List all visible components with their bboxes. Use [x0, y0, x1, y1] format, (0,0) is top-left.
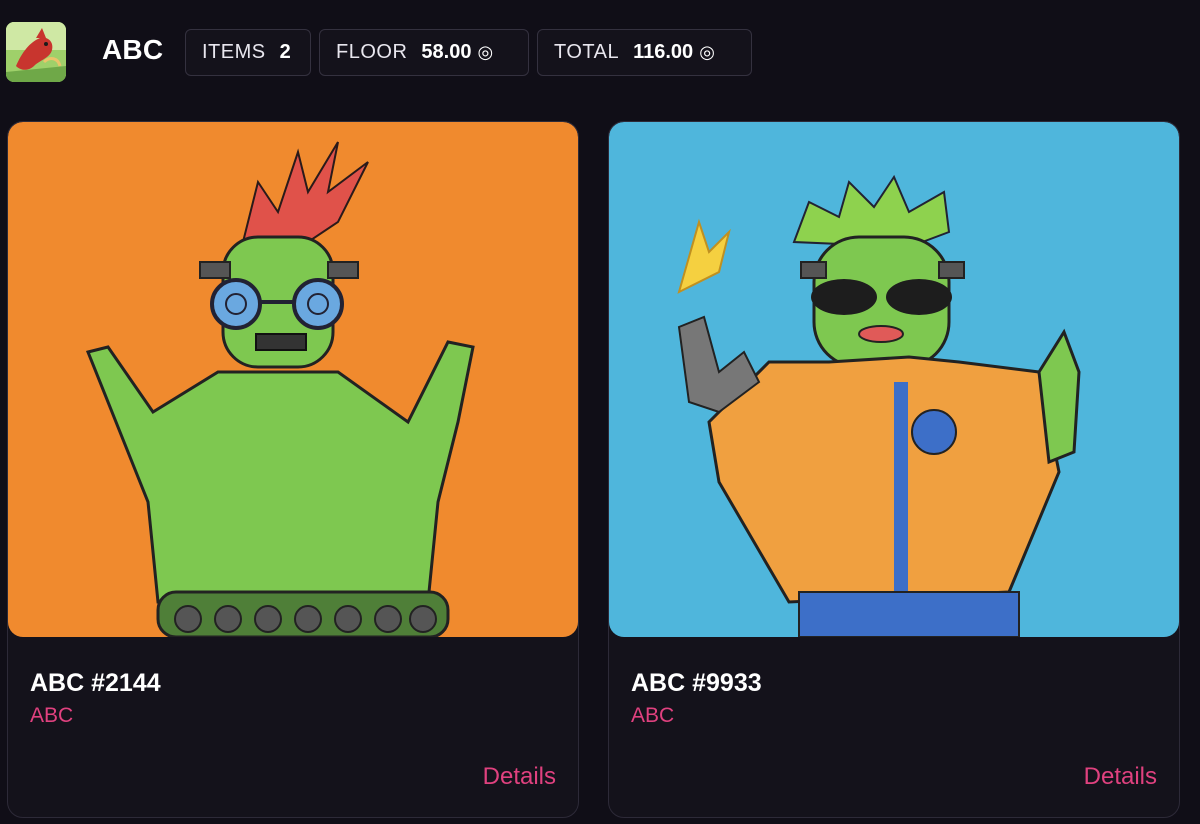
nft-card[interactable]: ABC #2144 ABC Details: [7, 121, 579, 818]
nft-title[interactable]: ABC #9933: [631, 669, 762, 698]
nft-card[interactable]: ABC #9933 ABC Details: [608, 121, 1180, 818]
stat-total-value: 116.00: [633, 41, 694, 63]
stat-total-label: TOTAL: [554, 41, 620, 63]
stat-floor-label: FLOOR: [336, 41, 408, 63]
collection-avatar[interactable]: [6, 22, 66, 82]
stat-items-value: 2: [279, 41, 291, 63]
nft-title[interactable]: ABC #2144: [30, 669, 161, 698]
stat-floor: FLOOR 58.00 ◎: [319, 29, 529, 76]
collection-title: ABC: [102, 34, 164, 65]
details-link[interactable]: Details: [483, 763, 556, 791]
page-header: ABC ITEMS 2 FLOOR 58.00 ◎ TOTAL 116.00 ◎: [0, 0, 1200, 110]
solana-icon: ◎: [477, 42, 494, 62]
stat-floor-value: 58.00: [421, 41, 472, 63]
details-link[interactable]: Details: [1084, 763, 1157, 791]
stat-items-label: ITEMS: [202, 41, 266, 63]
solana-icon: ◎: [699, 42, 715, 62]
nft-collection-link[interactable]: ABC: [631, 704, 674, 728]
stat-items: ITEMS 2: [185, 29, 311, 76]
stat-total: TOTAL 116.00 ◎: [537, 29, 752, 76]
nft-image[interactable]: [609, 122, 1179, 637]
nft-collection-link[interactable]: ABC: [30, 704, 73, 728]
nft-image[interactable]: [8, 122, 578, 637]
